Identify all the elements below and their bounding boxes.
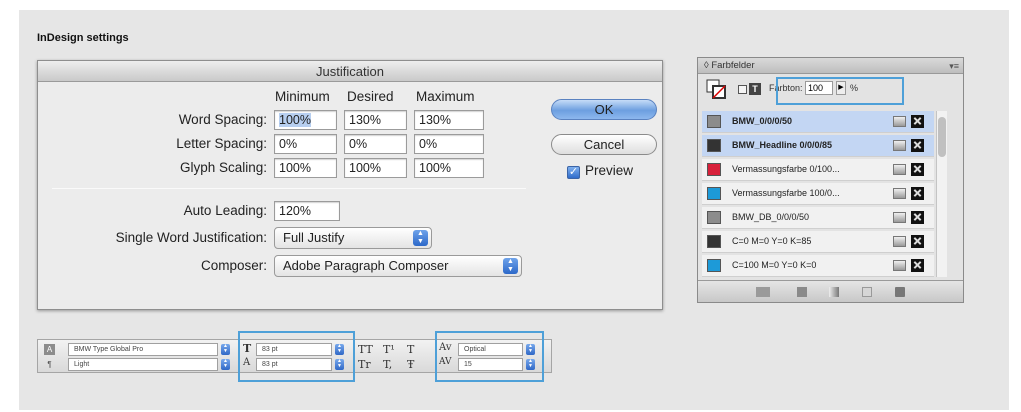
swatch-color-chip <box>707 235 721 248</box>
swatch-color-chip <box>707 115 721 128</box>
swatches-footer <box>698 280 963 302</box>
swatch-color-chip <box>707 163 721 176</box>
cmyk-mode-icon <box>911 115 924 128</box>
glyph-scaling-max-field[interactable]: 100% <box>414 158 484 178</box>
word-spacing-label: Word Spacing: <box>178 112 267 127</box>
swatch-color-chip <box>707 211 721 224</box>
composer-select[interactable]: Adobe Paragraph Composer ▲ ▼ <box>274 255 522 277</box>
swatches-panel-title[interactable]: ◊ Farbfelder <box>698 58 963 74</box>
single-word-justification-label: Single Word Justification: <box>115 230 267 245</box>
swatch-color-chip <box>707 259 721 272</box>
character-mode-icon[interactable]: A <box>44 344 55 355</box>
new-swatch-icon[interactable] <box>862 287 872 297</box>
letter-spacing-max-field[interactable]: 0% <box>414 134 484 154</box>
swatch-row[interactable]: Vermassungsfarbe 100/0... <box>702 183 934 205</box>
swatch-name: Vermassungsfarbe 0/100... <box>732 164 840 174</box>
auto-leading-label: Auto Leading: <box>183 203 267 218</box>
underline-icon[interactable]: T <box>407 343 414 356</box>
swatch-row[interactable]: C=100 M=0 Y=0 K=0 <box>702 255 934 277</box>
swatch-row[interactable]: BMW_Headline 0/0/0/85 <box>702 135 934 157</box>
preview-checkbox[interactable]: ✓ <box>567 166 580 179</box>
cmyk-mode-icon <box>911 187 924 200</box>
word-spacing-desired-field[interactable]: 130% <box>344 110 407 130</box>
glyph-scaling-desired-field[interactable]: 100% <box>344 158 407 178</box>
scrollbar-thumb[interactable] <box>938 117 946 157</box>
show-color-swatches-icon[interactable] <box>797 287 807 297</box>
superscript-icon[interactable]: T¹ <box>383 343 395 356</box>
cancel-button[interactable]: Cancel <box>551 134 657 155</box>
composer-value: Adobe Paragraph Composer <box>283 258 449 273</box>
justification-dialog: Justification Minimum Desired Maximum Wo… <box>37 60 663 310</box>
cmyk-mode-icon <box>911 235 924 248</box>
swatch-color-chip <box>707 187 721 200</box>
swatch-row[interactable]: C=0 M=0 Y=0 K=85 <box>702 231 934 253</box>
column-desired: Desired <box>347 89 394 104</box>
swatch-name: BMW_0/0/0/50 <box>732 116 793 126</box>
swatch-color-chip <box>707 139 721 152</box>
dropdown-arrows-icon: ▲ ▼ <box>503 258 518 274</box>
composer-label: Composer: <box>200 258 267 273</box>
swatch-row[interactable]: BMW_0/0/0/50 <box>702 111 934 133</box>
ok-button[interactable]: OK <box>551 99 657 120</box>
show-all-swatches-icon[interactable] <box>756 287 770 297</box>
single-word-justification-select[interactable]: Full Justify ▲ ▼ <box>274 227 432 249</box>
process-color-icon <box>893 260 906 271</box>
container-format-icon[interactable] <box>738 85 747 94</box>
letter-spacing-desired-field[interactable]: 0% <box>344 134 407 154</box>
dropdown-arrows-icon: ▲ ▼ <box>413 230 428 246</box>
text-format-icon[interactable]: T <box>749 83 761 95</box>
single-word-justification-value: Full Justify <box>283 230 345 245</box>
swatch-row[interactable]: Vermassungsfarbe 0/100... <box>702 159 934 181</box>
column-minimum: Minimum <box>275 89 330 104</box>
preview-label: Preview <box>585 163 634 178</box>
column-maximum: Maximum <box>416 89 475 104</box>
process-color-icon <box>893 140 906 151</box>
fill-stroke-icon[interactable] <box>706 79 726 99</box>
highlight-size-leading <box>238 331 355 382</box>
cmyk-mode-icon <box>911 163 924 176</box>
trash-icon[interactable] <box>895 287 905 297</box>
font-family-select[interactable]: BMW Type Global Pro <box>68 343 218 356</box>
process-color-icon <box>893 212 906 223</box>
font-style-select[interactable]: Light <box>68 358 218 371</box>
word-spacing-max-field[interactable]: 130% <box>414 110 484 130</box>
word-spacing-min-field[interactable]: 100% <box>274 110 337 130</box>
glyph-scaling-min-field[interactable]: 100% <box>274 158 337 178</box>
dialog-divider <box>52 188 526 189</box>
dialog-title[interactable]: Justification <box>38 61 662 82</box>
highlight-kerning-tracking <box>435 331 544 382</box>
auto-leading-field[interactable]: 120% <box>274 201 340 221</box>
letter-spacing-label: Letter Spacing: <box>176 136 267 151</box>
swatch-name: C=0 M=0 Y=0 K=85 <box>732 236 812 246</box>
all-caps-icon[interactable]: TT <box>358 343 373 356</box>
small-caps-icon[interactable]: Tr <box>358 358 371 371</box>
dropdown-arrows-icon[interactable]: ▲ ▼ <box>221 359 230 370</box>
cmyk-mode-icon <box>911 211 924 224</box>
swatch-name: BMW_DB_0/0/0/50 <box>732 212 810 222</box>
process-color-icon <box>893 164 906 175</box>
swatch-row[interactable]: BMW_DB_0/0/0/50 <box>702 207 934 229</box>
strikethrough-icon[interactable]: Ŧ <box>407 358 414 371</box>
dropdown-arrows-icon[interactable]: ▲ ▼ <box>221 344 230 355</box>
highlight-tint <box>776 77 904 105</box>
process-color-icon <box>893 188 906 199</box>
process-color-icon <box>893 116 906 127</box>
cmyk-mode-icon <box>911 259 924 272</box>
show-gradient-swatches-icon[interactable] <box>829 287 839 297</box>
letter-spacing-min-field[interactable]: 0% <box>274 134 337 154</box>
glyph-scaling-label: Glyph Scaling: <box>179 160 267 175</box>
swatch-scrollbar[interactable] <box>936 111 947 277</box>
swatch-name: C=100 M=0 Y=0 K=0 <box>732 260 817 270</box>
subscript-icon[interactable]: T, <box>383 358 392 371</box>
swatch-name: BMW_Headline 0/0/0/85 <box>732 140 833 150</box>
paragraph-mode-icon[interactable]: ¶ <box>44 359 55 370</box>
process-color-icon <box>893 236 906 247</box>
page-title: InDesign settings <box>37 32 129 44</box>
panel-menu-icon[interactable]: ▾≡ <box>949 61 959 71</box>
cmyk-mode-icon <box>911 139 924 152</box>
swatch-name: Vermassungsfarbe 100/0... <box>732 188 840 198</box>
